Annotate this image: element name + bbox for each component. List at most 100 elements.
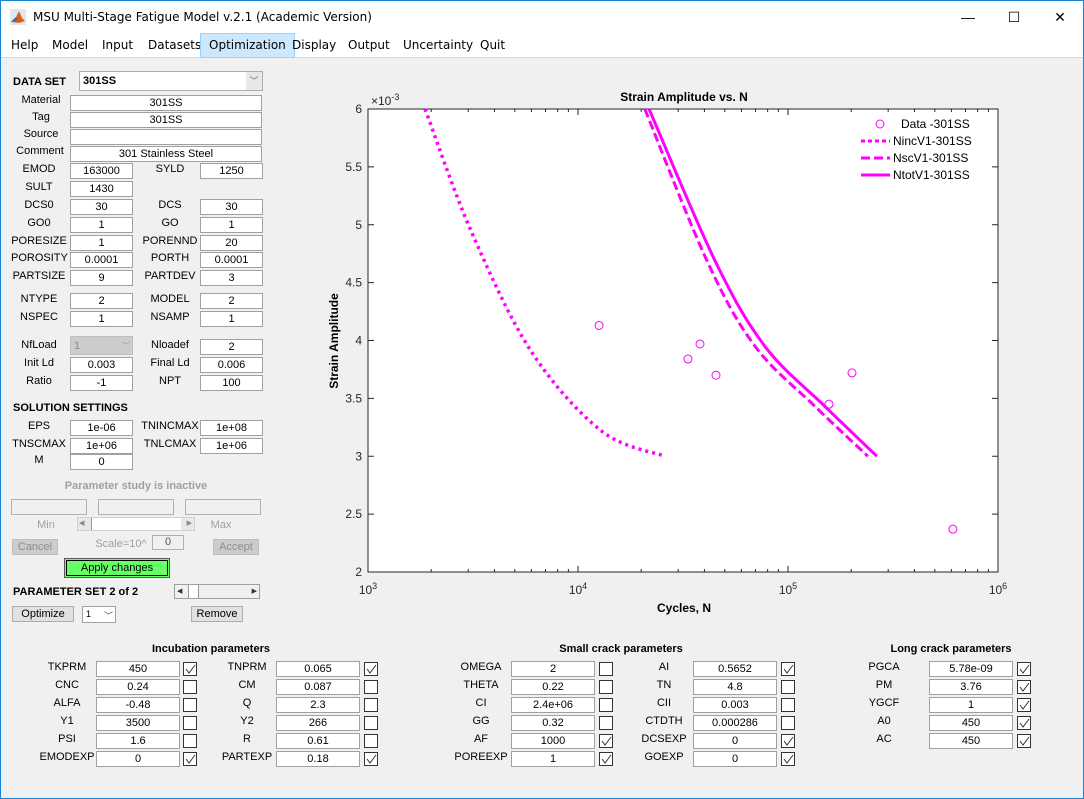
ci-checkbox[interactable] bbox=[599, 698, 613, 712]
npt-field[interactable]: 100 bbox=[200, 375, 263, 391]
nsamp-field[interactable]: 1 bbox=[200, 311, 263, 327]
emodexp-checkbox[interactable] bbox=[183, 752, 197, 766]
tnincmax-field[interactable]: 1e+08 bbox=[200, 420, 263, 436]
material-field[interactable]: 301SS bbox=[70, 95, 262, 111]
init-ld-field[interactable]: 0.003 bbox=[70, 357, 133, 373]
partexp-field[interactable]: 0.18 bbox=[276, 751, 360, 767]
ntype-field[interactable]: 2 bbox=[70, 293, 133, 309]
dcsexp-field[interactable]: 0 bbox=[693, 733, 777, 749]
a0-checkbox[interactable] bbox=[1017, 716, 1031, 730]
go0-field[interactable]: 1 bbox=[70, 217, 133, 233]
apply-changes-button[interactable]: Apply changes bbox=[64, 558, 170, 578]
menu-display[interactable]: Display bbox=[284, 33, 344, 58]
nloadef-field[interactable]: 2 bbox=[200, 339, 263, 355]
parameter-set-select[interactable]: 1 ﹀ bbox=[82, 606, 116, 623]
cii-checkbox[interactable] bbox=[781, 698, 795, 712]
tkprm-checkbox[interactable] bbox=[183, 662, 197, 676]
syld-field[interactable]: 1250 bbox=[200, 163, 263, 179]
menu-datasets[interactable]: Datasets bbox=[140, 33, 209, 58]
ac-checkbox[interactable] bbox=[1017, 734, 1031, 748]
gg-field[interactable]: 0.32 bbox=[511, 715, 595, 731]
tnprm-checkbox[interactable] bbox=[364, 662, 378, 676]
menu-output[interactable]: Output bbox=[340, 33, 398, 58]
cm-field[interactable]: 0.087 bbox=[276, 679, 360, 695]
y2-field[interactable]: 266 bbox=[276, 715, 360, 731]
porth-field[interactable]: 0.0001 bbox=[200, 252, 263, 268]
menu-help[interactable]: Help bbox=[3, 33, 46, 58]
pm-checkbox[interactable] bbox=[1017, 680, 1031, 694]
goexp-checkbox[interactable] bbox=[781, 752, 795, 766]
partexp-checkbox[interactable] bbox=[364, 752, 378, 766]
y2-checkbox[interactable] bbox=[364, 716, 378, 730]
model-field[interactable]: 2 bbox=[200, 293, 263, 309]
scroll-left-arrow-icon[interactable]: ◀ bbox=[177, 585, 182, 598]
maximize-button[interactable]: ☐ bbox=[991, 1, 1037, 33]
pgca-checkbox[interactable] bbox=[1017, 662, 1031, 676]
menu-optimization[interactable]: Optimization bbox=[200, 33, 295, 58]
comment-field[interactable]: 301 Stainless Steel bbox=[70, 146, 262, 162]
emod-field[interactable]: 163000 bbox=[70, 163, 133, 179]
ci-field[interactable]: 2.4e+06 bbox=[511, 697, 595, 713]
tnlcmax-field[interactable]: 1e+06 bbox=[200, 438, 263, 454]
cm-checkbox[interactable] bbox=[364, 680, 378, 694]
cnc-field[interactable]: 0.24 bbox=[96, 679, 180, 695]
a0-field[interactable]: 450 bbox=[929, 715, 1013, 731]
goexp-field[interactable]: 0 bbox=[693, 751, 777, 767]
dataset-select[interactable]: 301SS ﹀ bbox=[79, 71, 263, 91]
optimize-button[interactable]: Optimize bbox=[12, 606, 74, 622]
remove-button[interactable]: Remove bbox=[191, 606, 243, 622]
tnprm-field[interactable]: 0.065 bbox=[276, 661, 360, 677]
dcs0-field[interactable]: 30 bbox=[70, 199, 133, 215]
ygcf-checkbox[interactable] bbox=[1017, 698, 1031, 712]
menu-model[interactable]: Model bbox=[44, 33, 96, 58]
omega-checkbox[interactable] bbox=[599, 662, 613, 676]
y1-checkbox[interactable] bbox=[183, 716, 197, 730]
poresize-field[interactable]: 1 bbox=[70, 235, 133, 251]
dcs-field[interactable]: 30 bbox=[200, 199, 263, 215]
final-ld-field[interactable]: 0.006 bbox=[200, 357, 263, 373]
ai-checkbox[interactable] bbox=[781, 662, 795, 676]
y1-field[interactable]: 3500 bbox=[96, 715, 180, 731]
porosity-field[interactable]: 0.0001 bbox=[70, 252, 133, 268]
omega-field[interactable]: 2 bbox=[511, 661, 595, 677]
cii-field[interactable]: 0.003 bbox=[693, 697, 777, 713]
ratio-field[interactable]: -1 bbox=[70, 375, 133, 391]
alfa-checkbox[interactable] bbox=[183, 698, 197, 712]
eps-field[interactable]: 1e-06 bbox=[70, 420, 133, 436]
poreexp-checkbox[interactable] bbox=[599, 752, 613, 766]
emodexp-field[interactable]: 0 bbox=[96, 751, 180, 767]
ac-field[interactable]: 450 bbox=[929, 733, 1013, 749]
menu-quit[interactable]: Quit bbox=[472, 33, 513, 58]
parameter-set-scrollbar[interactable]: ◀ ▶ bbox=[174, 584, 260, 599]
ctdth-checkbox[interactable] bbox=[781, 716, 795, 730]
r-field[interactable]: 0.61 bbox=[276, 733, 360, 749]
scroll-right-arrow-icon[interactable]: ▶ bbox=[252, 585, 257, 598]
af-checkbox[interactable] bbox=[599, 734, 613, 748]
af-field[interactable]: 1000 bbox=[511, 733, 595, 749]
tn-checkbox[interactable] bbox=[781, 680, 795, 694]
scroll-thumb[interactable] bbox=[188, 585, 199, 598]
ctdth-field[interactable]: 0.000286 bbox=[693, 715, 777, 731]
alfa-field[interactable]: -0.48 bbox=[96, 697, 180, 713]
tnscmax-field[interactable]: 1e+06 bbox=[70, 438, 133, 454]
tkprm-field[interactable]: 450 bbox=[96, 661, 180, 677]
ai-field[interactable]: 0.5652 bbox=[693, 661, 777, 677]
partdev-field[interactable]: 3 bbox=[200, 270, 263, 286]
q-field[interactable]: 2.3 bbox=[276, 697, 360, 713]
partsize-field[interactable]: 9 bbox=[70, 270, 133, 286]
cnc-checkbox[interactable] bbox=[183, 680, 197, 694]
menu-uncertainty[interactable]: Uncertainty bbox=[395, 33, 481, 58]
source-field[interactable] bbox=[70, 129, 262, 145]
ygcf-field[interactable]: 1 bbox=[929, 697, 1013, 713]
close-button[interactable]: ✕ bbox=[1037, 1, 1083, 33]
pgca-field[interactable]: 5.78e-09 bbox=[929, 661, 1013, 677]
pm-field[interactable]: 3.76 bbox=[929, 679, 1013, 695]
m-field[interactable]: 0 bbox=[70, 454, 133, 470]
psi-checkbox[interactable] bbox=[183, 734, 197, 748]
r-checkbox[interactable] bbox=[364, 734, 378, 748]
tn-field[interactable]: 4.8 bbox=[693, 679, 777, 695]
porennd-field[interactable]: 20 bbox=[200, 235, 263, 251]
tag-field[interactable]: 301SS bbox=[70, 112, 262, 128]
poreexp-field[interactable]: 1 bbox=[511, 751, 595, 767]
go-field[interactable]: 1 bbox=[200, 217, 263, 233]
